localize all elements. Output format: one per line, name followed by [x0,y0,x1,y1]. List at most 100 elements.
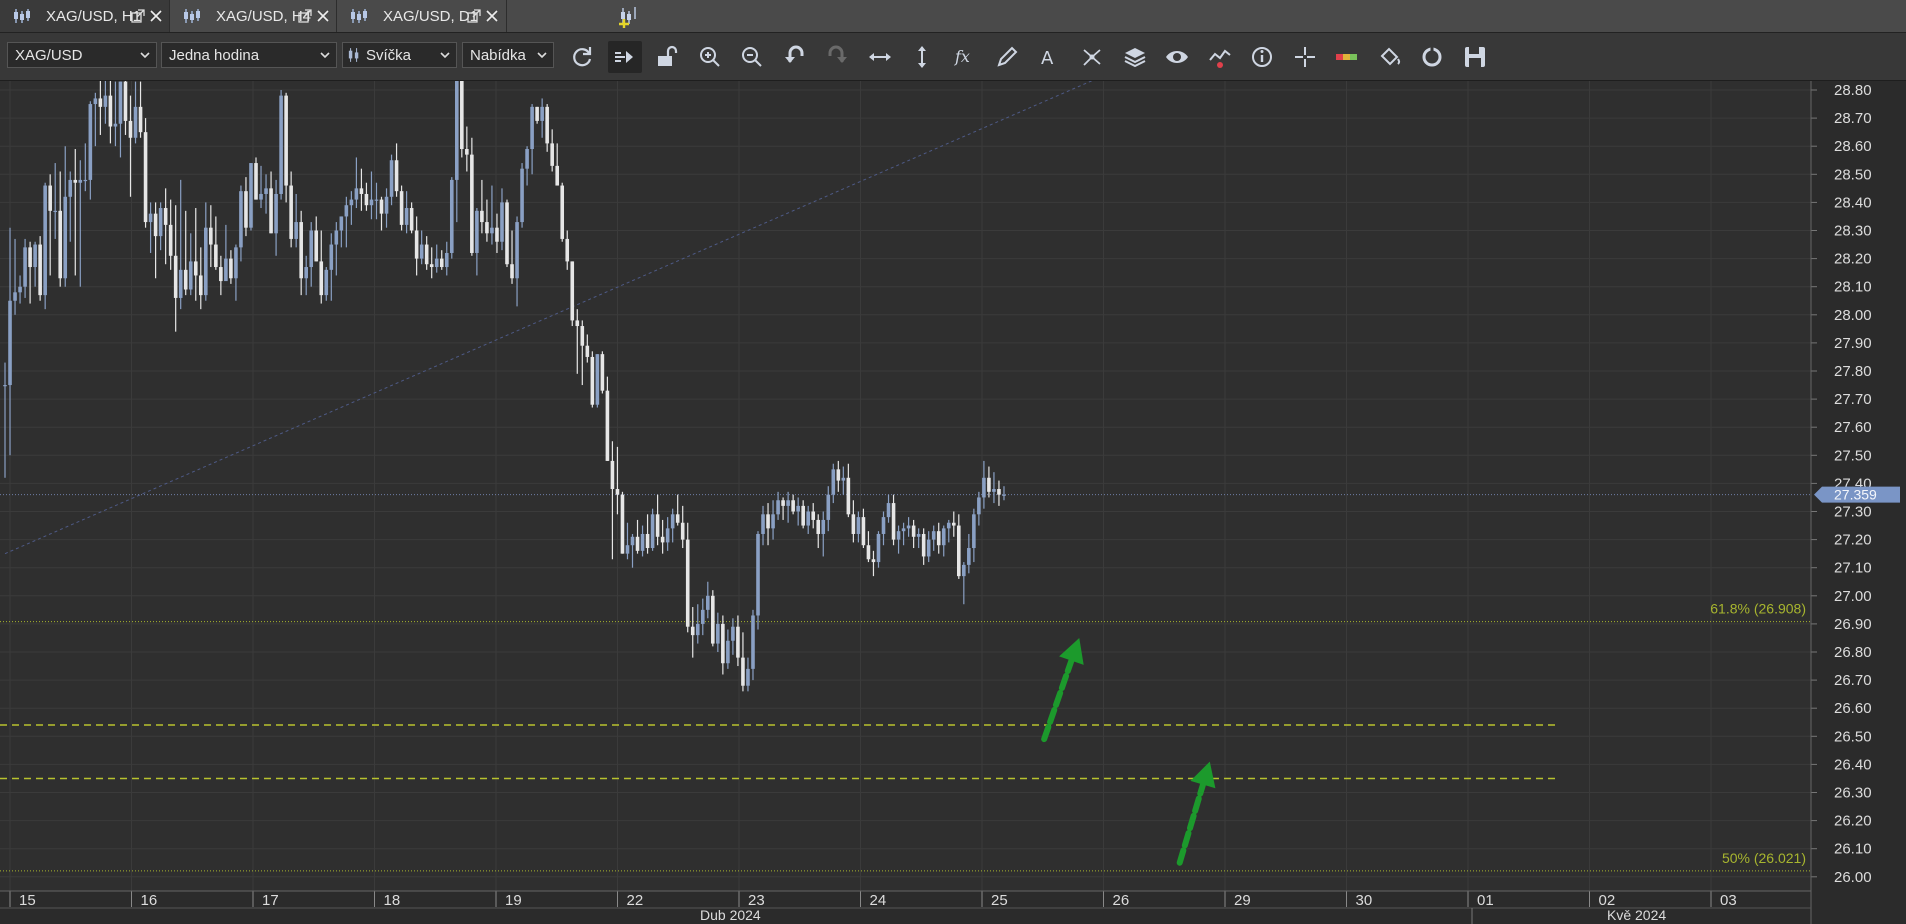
crosshair-icon [1294,47,1315,67]
candle-body [630,536,635,546]
candle-body [138,106,143,133]
candle-body [685,539,690,627]
unlock-button[interactable] [650,41,684,73]
candle-body [761,514,765,534]
add-chart-icon[interactable] [618,4,642,28]
text-tool-button[interactable]: A [1033,41,1067,73]
candle-body [304,267,308,279]
tab-xagusd-h1[interactable]: XAG/USD, H1 [0,0,170,32]
signals-icon [1208,49,1231,68]
info-icon [1252,47,1272,67]
candle-body [239,191,243,248]
candle [254,157,258,200]
tab-label: XAG/USD, H1 [46,7,142,25]
indicators-fx-icon: fx [954,47,970,66]
candle-body [465,149,469,155]
detach-icon[interactable] [467,9,481,23]
undo-button[interactable] [778,41,812,73]
detach-icon[interactable] [298,9,312,23]
candle-body [520,168,524,223]
close-icon[interactable] [316,9,330,23]
candle [590,351,595,408]
candle-body [264,188,268,194]
candle-body [901,528,906,532]
candle-body [871,559,876,563]
indicators-fx-button[interactable]: fx [948,41,982,73]
candle-body [811,511,816,520]
candle-body [198,275,203,296]
price-chart[interactable]: 28.80 28.70 28.60 28.50 28.40 28.30 28.20 28.10… [0,81,1906,924]
zoom-in-button[interactable] [693,41,727,73]
info-button[interactable] [1245,41,1279,73]
candle-body [570,261,575,321]
candle-body [640,533,645,551]
candle [595,354,600,408]
fib-level-label: 50% (26.021) [1722,850,1806,866]
zoom-out-button[interactable] [735,41,769,73]
detach-icon[interactable] [131,9,145,23]
offer-side-select[interactable]: Nabídka [462,42,554,68]
redo-button[interactable] [820,41,854,73]
candle-body [163,208,168,225]
tab-xagusd-h4[interactable]: XAG/USD, H4 [170,0,337,32]
y-tick-label: 26.80 [1834,644,1872,661]
vertical-scale-button[interactable] [905,41,939,73]
candle [38,236,42,301]
candle-body [736,626,740,658]
visibility-eye-button[interactable] [1160,41,1194,73]
candle-body [545,106,549,144]
candle-body [645,533,650,549]
candle-body [178,269,183,298]
draw-pencil-icon [997,46,1018,67]
volume-bar-button[interactable] [1330,41,1364,73]
crosshair-button[interactable] [1288,41,1322,73]
candle-body [962,564,966,577]
candle-body [224,258,228,282]
layers-button[interactable] [1118,41,1152,73]
candle [43,182,47,310]
candle [279,90,283,200]
candle-body [675,514,680,523]
close-icon[interactable] [485,9,499,23]
reset-button[interactable] [1415,41,1449,73]
paint-bucket-button[interactable] [1373,41,1407,73]
candle-body [73,179,78,183]
candle-body [68,179,73,197]
candle-body [756,533,760,616]
horizontal-scale-button[interactable] [863,41,897,73]
refresh-button[interactable] [565,41,599,73]
candle-body [550,143,554,166]
redo-icon [828,45,847,63]
candle-body [515,222,519,279]
x-tick-label: 26 [1113,892,1130,909]
chart-shift-button[interactable] [607,41,642,73]
candle-body [158,208,163,237]
layers-icon [1124,48,1145,68]
candle-body [972,514,976,549]
tab-xagusd-d1[interactable]: XAG/USD, D1 [337,0,507,32]
candle-body [53,210,57,213]
close-icon[interactable] [149,9,163,23]
candle-body [434,258,439,268]
signals-button[interactable] [1203,41,1237,73]
candle-body [83,179,88,182]
candle-body [605,390,610,461]
candle-body [244,191,248,228]
period-select[interactable]: Jedna hodina [161,42,337,68]
y-tick-label: 26.90 [1834,616,1872,633]
instrument-select[interactable]: XAG/USD [7,42,157,68]
chart-style-select[interactable]: Svíčka [342,42,457,68]
candle-body [495,227,499,242]
candle-body [585,345,590,357]
draw-pencil-button[interactable] [990,41,1024,73]
candle-body [485,222,489,234]
candle-body [379,199,384,214]
candle [460,81,464,158]
save-button[interactable] [1458,41,1492,73]
y-tick-label: 27.20 [1834,532,1872,549]
pattern-tool-icon [1083,49,1101,66]
candle-body [63,196,68,279]
pattern-tool-button[interactable] [1075,41,1109,73]
candle-body [906,525,911,529]
candle-body [896,531,901,540]
